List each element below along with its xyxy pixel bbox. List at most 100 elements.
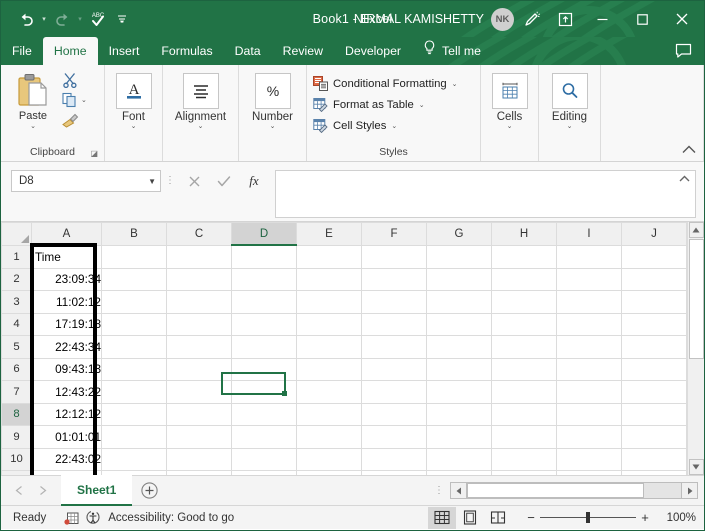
cell-c7[interactable] — [166, 380, 232, 404]
cell-a11[interactable]: 04:07:03 — [31, 470, 102, 475]
cell-h8[interactable] — [491, 402, 557, 426]
cell-i9[interactable] — [556, 425, 622, 449]
cell-j4[interactable] — [621, 312, 687, 336]
cell-h2[interactable] — [491, 267, 557, 291]
row-header-11[interactable]: 11 — [1, 470, 32, 475]
column-header-g[interactable]: G — [426, 222, 492, 246]
cell-a9[interactable]: 01:01:01 — [31, 425, 102, 449]
zoom-slider-track[interactable] — [540, 512, 636, 523]
cell-j10[interactable] — [621, 447, 687, 471]
column-header-c[interactable]: C — [166, 222, 232, 246]
tab-insert[interactable]: Insert — [98, 37, 151, 65]
cell-c5[interactable] — [166, 335, 232, 359]
cell-c2[interactable] — [166, 267, 232, 291]
cell-e5[interactable] — [296, 335, 362, 359]
cell-i5[interactable] — [556, 335, 622, 359]
cell-b3[interactable] — [101, 290, 167, 314]
next-sheet-button[interactable] — [31, 480, 55, 502]
cell-a3[interactable]: 11:02:12 — [31, 290, 102, 314]
ribbon-display-options-icon[interactable] — [548, 4, 582, 34]
tab-formulas[interactable]: Formulas — [150, 37, 223, 65]
cell-e3[interactable] — [296, 290, 362, 314]
cell-i4[interactable] — [556, 312, 622, 336]
cell-c6[interactable] — [166, 357, 232, 381]
macro-record-icon[interactable] — [60, 511, 82, 525]
row-header-1[interactable]: 1 — [1, 244, 32, 269]
cell-a8[interactable]: 12:12:12 — [31, 402, 102, 426]
cell-j3[interactable] — [621, 290, 687, 314]
cell-i6[interactable] — [556, 357, 622, 381]
cell-b8[interactable] — [101, 402, 167, 426]
font-button[interactable]: A Font ⌄ — [111, 69, 156, 131]
cell-c8[interactable] — [166, 402, 232, 426]
cell-d6[interactable] — [231, 357, 297, 381]
column-header-b[interactable]: B — [101, 222, 167, 246]
ribbon-group-editing[interactable]: Editing ⌄ — [539, 65, 601, 161]
format-painter-button[interactable] — [62, 111, 87, 129]
cell-f5[interactable] — [361, 335, 427, 359]
conditional-formatting-chevron-down-icon[interactable]: ⌄ — [452, 80, 458, 88]
confirm-entry-button[interactable] — [209, 170, 239, 192]
cell-f4[interactable] — [361, 312, 427, 336]
cell-j5[interactable] — [621, 335, 687, 359]
comments-button[interactable] — [675, 37, 704, 65]
column-header-j[interactable]: J — [621, 222, 687, 246]
zoom-level-label[interactable]: 100% — [654, 512, 696, 524]
redo-button[interactable] — [51, 8, 73, 30]
cell-a6[interactable]: 09:43:13 — [31, 357, 102, 381]
accessibility-status-label[interactable]: Accessibility: Good to go — [104, 512, 234, 524]
format-as-table-chevron-down-icon[interactable]: ⌄ — [419, 101, 425, 109]
editing-chevron-down-icon[interactable]: ⌄ — [567, 123, 573, 131]
cell-h6[interactable] — [491, 357, 557, 381]
vertical-scrollbar[interactable] — [687, 222, 704, 475]
ribbon-group-alignment[interactable]: Alignment ⌄ — [163, 65, 239, 161]
cell-styles-button[interactable]: Cell Styles ⌄ — [313, 116, 458, 135]
alignment-button[interactable]: Alignment ⌄ — [169, 69, 232, 131]
cell-f10[interactable] — [361, 447, 427, 471]
ribbon-group-cells[interactable]: Cells ⌄ — [481, 65, 539, 161]
avatar[interactable]: NK — [491, 7, 514, 31]
cell-b11[interactable] — [101, 470, 167, 475]
spelling-icon[interactable]: ABC — [87, 8, 109, 30]
add-sheet-button[interactable] — [132, 477, 166, 505]
cell-i7[interactable] — [556, 380, 622, 404]
cell-e2[interactable] — [296, 267, 362, 291]
worksheet-grid[interactable]: A B C D E F G H I J 1 Time 2 23:09:34 3 … — [1, 222, 687, 475]
cell-j8[interactable] — [621, 402, 687, 426]
cell-c3[interactable] — [166, 290, 232, 314]
cell-a1[interactable]: Time — [31, 244, 102, 269]
cell-f2[interactable] — [361, 267, 427, 291]
row-header-4[interactable]: 4 — [1, 312, 32, 336]
paste-chevron-down-icon[interactable]: ⌄ — [30, 123, 36, 130]
cell-i11[interactable] — [556, 470, 622, 475]
cell-j6[interactable] — [621, 357, 687, 381]
redo-dropdown-icon[interactable]: ▾ — [75, 8, 85, 30]
row-header-9[interactable]: 9 — [1, 425, 32, 449]
conditional-formatting-button[interactable]: Conditional Formatting ⌄ — [313, 74, 458, 93]
select-all-button[interactable] — [1, 222, 32, 246]
cell-e11[interactable] — [296, 470, 362, 475]
cell-f1[interactable] — [361, 244, 427, 269]
cell-i3[interactable] — [556, 290, 622, 314]
undo-dropdown-icon[interactable]: ▾ — [39, 8, 49, 30]
cell-d10[interactable] — [231, 447, 297, 471]
cell-d9[interactable] — [231, 425, 297, 449]
cell-g9[interactable] — [426, 425, 492, 449]
minimize-button[interactable] — [582, 2, 622, 36]
cell-g4[interactable] — [426, 312, 492, 336]
column-header-a[interactable]: A — [31, 222, 102, 246]
zoom-in-button[interactable]: + — [636, 510, 654, 525]
cell-e10[interactable] — [296, 447, 362, 471]
cell-b10[interactable] — [101, 447, 167, 471]
zoom-control[interactable]: − + 100% — [512, 510, 696, 525]
cell-h1[interactable] — [491, 244, 557, 269]
cell-g7[interactable] — [426, 380, 492, 404]
cell-h10[interactable] — [491, 447, 557, 471]
tab-review[interactable]: Review — [272, 37, 334, 65]
customize-quick-access-toolbar-button[interactable] — [111, 8, 133, 30]
format-as-table-button[interactable]: Format as Table ⌄ — [313, 95, 458, 114]
cell-c9[interactable] — [166, 425, 232, 449]
copy-button[interactable]: ⌄ — [62, 91, 87, 109]
cell-b1[interactable] — [101, 244, 167, 269]
tab-home[interactable]: Home — [42, 37, 98, 65]
